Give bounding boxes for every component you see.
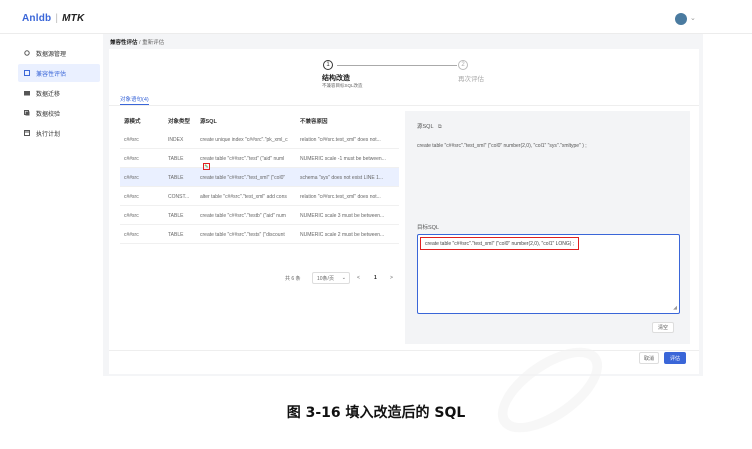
target-sql-textarea[interactable]: create table "c##src"."test_xml" ("col0"…: [417, 234, 680, 314]
avatar[interactable]: [675, 13, 687, 25]
table-row[interactable]: c##src TABLE create table "c##src"."test…: [120, 206, 399, 225]
cell-type: TABLE: [168, 231, 184, 238]
table-row-selected[interactable]: c##src TABLE create table "c##src"."test…: [120, 168, 399, 187]
logo: Anldb | MTK: [22, 13, 84, 24]
table-row[interactable]: c##src TABLE create table "c##src"."test…: [120, 225, 399, 244]
cell-schema: c##src: [124, 193, 139, 200]
cell-reason: schema "sys" does not exist LINE 1...: [300, 174, 384, 181]
assess-button[interactable]: 评估: [664, 352, 686, 364]
step-2-title: 再次评估: [458, 76, 484, 83]
copy-icon[interactable]: ⧉: [438, 124, 442, 130]
target-sql-text: create table "c##src"."test_xml" ("col0"…: [420, 237, 580, 250]
prev-page-button[interactable]: <: [357, 275, 360, 281]
cell-schema: c##src: [124, 136, 139, 143]
sidebar-item-plan[interactable]: 执行计划: [18, 124, 100, 142]
cell-source-sql: create table "c##src"."test" ("aid" numl: [200, 155, 285, 162]
logo-brand: Anldb: [22, 13, 52, 24]
sidebar-item-verify[interactable]: 数据校验: [18, 104, 100, 122]
page-size-value: 10条/页: [317, 275, 334, 282]
cell-schema: c##src: [124, 174, 139, 181]
cell-reason: NUMERIC scale 2 must be between...: [300, 231, 385, 238]
cell-source-sql: alter table "c##src"."test_xml" add cons: [200, 193, 287, 200]
footer-divider: [109, 350, 699, 351]
cell-reason: NUMERIC scale 3 must be between...: [300, 212, 385, 219]
target-sql-label: 目标SQL: [417, 225, 440, 231]
main-content: 兼容性评估 / 重新评估 1 2 结构改造 不兼容目标SQL改造 再次评估 对象…: [103, 34, 703, 376]
cell-source-sql: create table "c##src"."testb" ("aid" num: [200, 212, 286, 219]
gear-icon: [24, 50, 30, 56]
sql-editor-pane: 源SQL ⧉ create table "c##src"."test_xml" …: [405, 111, 690, 344]
step-1-description: 不兼容目标SQL改造: [322, 83, 363, 88]
source-sql-text: create table "c##src"."test_xml" ("col0"…: [417, 143, 587, 149]
table-row[interactable]: c##src INDEX create unique index "c##src…: [120, 130, 399, 149]
breadcrumb-current: 重新评估: [142, 40, 165, 46]
sidebar-item-migration[interactable]: 数据迁移: [18, 84, 100, 102]
resize-handle-icon[interactable]: ◢: [673, 305, 677, 311]
col-header-schema: 源模式: [124, 118, 141, 125]
cell-type: CONST...: [168, 193, 190, 200]
sidebar-item-label: 兼容性评估: [36, 71, 67, 78]
clear-button[interactable]: 清空: [652, 322, 674, 333]
cell-type: TABLE: [168, 174, 184, 181]
col-header-source-sql: 源SQL: [200, 118, 217, 125]
cell-type: INDEX: [168, 136, 184, 143]
page-size-select[interactable]: 10条/页 ⌄: [312, 272, 350, 284]
logo-product: MTK: [62, 13, 85, 24]
source-sql-label: 源SQL ⧉: [417, 122, 442, 131]
sidebar-item-label: 数据校验: [36, 111, 61, 118]
step-connector: [337, 65, 457, 66]
edit-icon[interactable]: ✎: [203, 163, 210, 170]
breadcrumb: 兼容性评估 / 重新评估: [110, 38, 164, 46]
col-header-type: 对象类型: [168, 118, 191, 125]
tab-object-statements[interactable]: 对象语句(4): [120, 95, 149, 103]
cell-schema: c##src: [124, 231, 139, 238]
calendar-icon: [24, 130, 30, 136]
chevron-down-icon[interactable]: ⌄: [690, 14, 696, 22]
logo-separator: |: [55, 13, 59, 24]
sidebar: 数据源管理 兼容性评估 数据迁移 数据校验 执行计划: [15, 34, 103, 374]
cancel-button[interactable]: 取消: [639, 352, 659, 364]
next-page-button[interactable]: >: [390, 275, 393, 281]
table-row[interactable]: c##src TABLE create table "c##src"."test…: [120, 149, 399, 168]
table-row[interactable]: c##src CONST... alter table "c##src"."te…: [120, 187, 399, 206]
cell-schema: c##src: [124, 212, 139, 219]
copy-icon: [24, 110, 30, 116]
sidebar-item-label: 执行计划: [36, 131, 61, 138]
col-header-reason: 不兼容原因: [300, 118, 328, 125]
step-2-indicator: 2: [458, 60, 468, 70]
app-frame: Anldb | MTK ⌄ 数据源管理 兼容性评估 数据迁移 数据校验 执行计划 兼…: [0, 0, 752, 449]
top-bar: Anldb | MTK ⌄: [0, 0, 752, 34]
cell-source-sql: create table "c##src"."test_xml" ("col0": [200, 174, 286, 181]
assessment-panel: 1 2 结构改造 不兼容目标SQL改造 再次评估 对象语句(4) 源模式 对象类…: [109, 49, 699, 374]
cell-source-sql: create unique index "c##src"."pk_xml_c: [200, 136, 288, 143]
pager-total: 共 6 条: [285, 276, 301, 282]
cell-reason: relation "c##src.test_xml" does not...: [300, 193, 381, 200]
tab-divider: [109, 105, 699, 106]
cell-reason: NUMERIC scale -1 must be between...: [300, 155, 386, 162]
cell-type: TABLE: [168, 212, 184, 219]
folder-icon: [24, 90, 30, 96]
sidebar-item-label: 数据源管理: [36, 51, 67, 58]
sidebar-item-assessment[interactable]: 兼容性评估: [18, 64, 100, 82]
figure-caption: 图 3-16 填入改造后的 SQL: [286, 405, 466, 421]
chevron-down-icon: ⌄: [341, 275, 346, 281]
cell-source-sql: create table "c##src"."tests" ("discount: [200, 231, 285, 238]
breadcrumb-parent[interactable]: 兼容性评估: [110, 40, 138, 46]
document-icon: [24, 70, 30, 76]
sidebar-item-label: 数据迁移: [36, 91, 61, 98]
step-1-indicator: 1: [323, 60, 333, 70]
cell-reason: relation "c##src.test_xml" does not...: [300, 136, 381, 143]
source-sql-label-text: 源SQL: [417, 124, 434, 130]
cell-type: TABLE: [168, 155, 184, 162]
step-1-title: 结构改造: [322, 75, 350, 82]
sidebar-item-datasource[interactable]: 数据源管理: [18, 44, 100, 62]
page-number[interactable]: 1: [374, 275, 377, 281]
cell-schema: c##src: [124, 155, 139, 162]
